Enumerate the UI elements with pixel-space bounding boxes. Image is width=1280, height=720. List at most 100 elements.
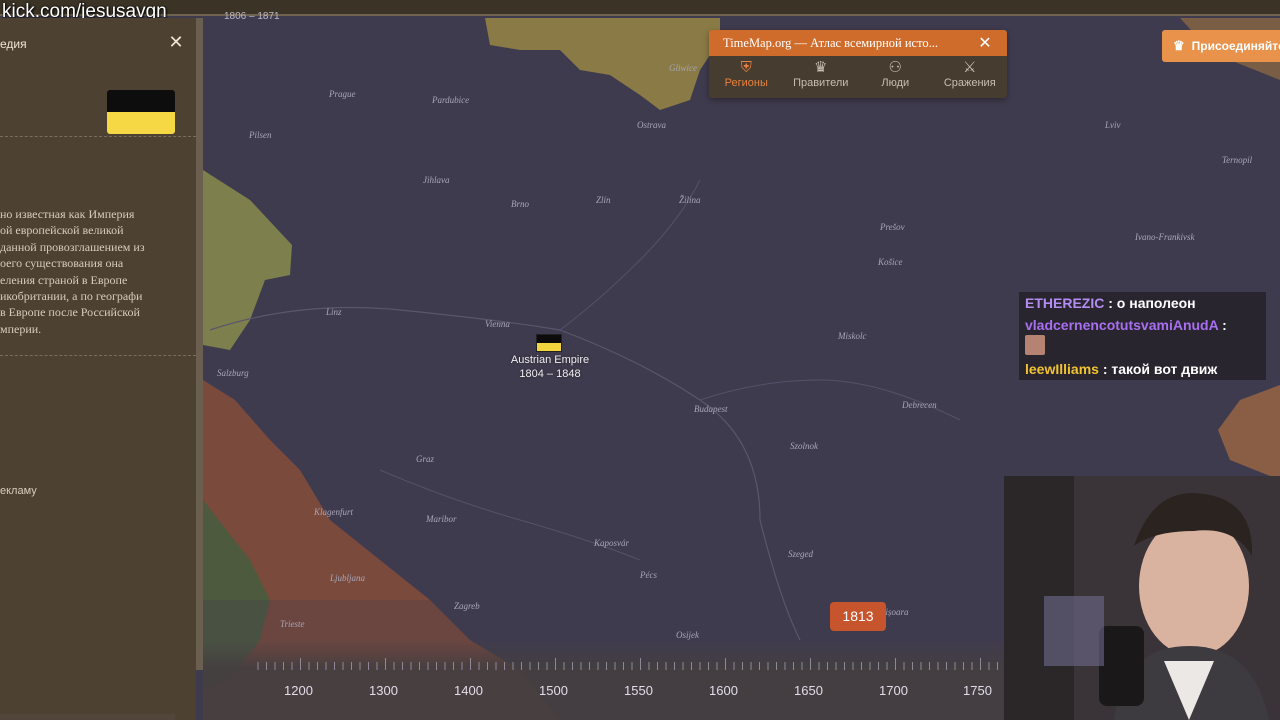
close-icon[interactable]: ✕ <box>168 33 184 51</box>
chat-emote-icon <box>1025 335 1045 355</box>
join-button[interactable]: ♛ Присоединяйтесь <box>1162 30 1280 62</box>
crown-icon: ♛ <box>1173 38 1185 53</box>
city-label: Pilsen <box>249 130 272 140</box>
webcam-overlay <box>1004 476 1280 720</box>
empire-name: Austrian Empire <box>510 354 590 366</box>
city-label: Pardubice <box>432 95 470 105</box>
city-label: Budapest <box>694 404 728 414</box>
city-label: Graz <box>416 454 435 464</box>
city-label: Prešov <box>880 222 905 232</box>
close-icon[interactable]: ✕ <box>977 33 993 53</box>
date-range-label: 1806 – 1871 <box>224 11 280 22</box>
description-line: икобритании, а по географи <box>0 289 143 304</box>
description-line: но известная как Империя <box>0 207 135 221</box>
city-label: Zagreb <box>454 601 480 611</box>
join-button-label: Присоединяйтесь <box>1191 39 1280 53</box>
timeline-year-label[interactable]: 1200 <box>284 683 313 698</box>
city-label: Brno <box>511 199 529 209</box>
tab-label: Правители <box>793 77 849 89</box>
tab-regions[interactable]: ⛨ Регионы <box>709 56 784 98</box>
swords-icon: ⚔ <box>963 59 977 76</box>
divider <box>0 136 196 137</box>
city-label: Ostrava <box>637 120 666 130</box>
city-label: Trieste <box>280 619 305 629</box>
panel-title: едия <box>0 37 27 51</box>
chat-username: vladcernencotutsvamiAnudA <box>1025 317 1219 333</box>
tab-rulers[interactable]: ♛ Правители <box>784 56 859 98</box>
panel-description: но известная как Империя ой европейской … <box>0 206 180 337</box>
city-label: Košice <box>878 257 903 267</box>
description-line: оего существования она <box>0 256 124 271</box>
empire-flag-image <box>107 90 175 134</box>
tab-label: Регионы <box>724 77 768 89</box>
disable-ads-link[interactable]: екламу <box>0 485 37 497</box>
city-label: Salzburg <box>217 368 249 378</box>
chat-username: ETHEREZIC <box>1025 295 1105 311</box>
city-label: Zlín <box>596 195 611 205</box>
city-label: Gliwice <box>669 63 697 73</box>
current-year-badge[interactable]: 1813 <box>830 602 886 631</box>
city-label: Lviv <box>1105 120 1121 130</box>
city-label: Osijek <box>676 630 699 640</box>
timemap-title: TimeMap.org — Атлас всемирной исто... <box>723 35 939 50</box>
tab-battles[interactable]: ⚔ Сражения <box>933 56 1008 98</box>
city-label: Prague <box>329 89 356 99</box>
city-label: Ljubljana <box>330 573 366 583</box>
description-line: в Европе после Российской <box>0 305 140 320</box>
chat-text: о наполеон <box>1116 295 1196 311</box>
city-label: Szolnok <box>790 441 818 451</box>
city-label: Linz <box>326 307 342 317</box>
wiki-side-panel: едия ✕ но известная как Империя ой европ… <box>0 18 196 720</box>
description-line: ой европейской великой <box>0 223 124 238</box>
chat-text: такой вот движ <box>1111 361 1218 377</box>
city-label: Ivano-Frankivsk <box>1135 232 1195 242</box>
city-label: Maribor <box>426 514 457 524</box>
tab-label: Сражения <box>943 77 996 89</box>
chat-separator: : <box>1098 361 1112 377</box>
panel-footer <box>0 714 175 720</box>
tab-people[interactable]: ⚇ Люди <box>858 56 933 98</box>
chat-separator: : <box>1218 317 1227 333</box>
crown-icon: ♛ <box>814 59 828 76</box>
timeline-year-label[interactable]: 1700 <box>879 683 908 698</box>
stream-top-bar <box>0 0 1280 16</box>
divider <box>0 355 196 356</box>
timeline-bar[interactable] <box>203 640 1003 720</box>
chat-separator: : <box>1104 295 1117 311</box>
description-line: мперии. <box>0 321 42 336</box>
stream-chat: ETHEREZIC : о наполеон vladcernencotutsv… <box>1019 292 1266 380</box>
empire-marker-flag[interactable] <box>536 334 562 352</box>
tab-label: Люди <box>881 77 910 89</box>
city-label: Žilina <box>679 195 701 205</box>
city-label: Jihlava <box>423 175 450 185</box>
panel-scrollbar[interactable] <box>196 18 203 670</box>
shield-icon: ⛨ <box>740 59 752 76</box>
timeline-year-label[interactable]: 1500 <box>539 683 568 698</box>
timeline-ruler <box>257 658 998 670</box>
timeline-year-label[interactable]: 1650 <box>794 683 823 698</box>
timeline-year-label[interactable]: 1600 <box>709 683 738 698</box>
description-line: данной провозглашением из <box>0 239 145 254</box>
city-label: Kaposvár <box>594 538 630 548</box>
city-label: Ternopil <box>1222 155 1253 165</box>
city-label: Klagenfurt <box>314 507 354 517</box>
timemap-tabs: ⛨ Регионы ♛ Правители ⚇ Люди ⚔ Сражения <box>709 56 1007 98</box>
city-label: Debrecen <box>902 400 937 410</box>
timeline-year-label[interactable]: 1300 <box>369 683 398 698</box>
chat-username: leewIlliams <box>1025 361 1099 377</box>
empire-years: 1804 – 1848 <box>519 368 581 380</box>
people-icon: ⚇ <box>888 59 902 76</box>
description-line: еления страной в Европе <box>0 272 128 287</box>
city-label: Miskolc <box>838 331 867 341</box>
timemap-header: TimeMap.org — Атлас всемирной исто... ✕ <box>709 30 1007 56</box>
timeline-year-label[interactable]: 1750 <box>963 683 992 698</box>
city-label: Vienna <box>485 319 510 329</box>
chat-message: leewIlliams : такой вот движ <box>1019 358 1266 380</box>
timemap-menu: TimeMap.org — Атлас всемирной исто... ✕ … <box>709 30 1007 98</box>
timeline-year-label[interactable]: 1550 <box>624 683 653 698</box>
timeline-year-label[interactable]: 1400 <box>454 683 483 698</box>
empire-marker-label[interactable]: Austrian Empire 1804 – 1848 <box>509 353 591 381</box>
chat-message: ETHEREZIC : о наполеон <box>1019 292 1266 314</box>
chat-message: vladcernencotutsvamiAnudA : <box>1019 314 1266 358</box>
city-label: Szeged <box>788 549 813 559</box>
